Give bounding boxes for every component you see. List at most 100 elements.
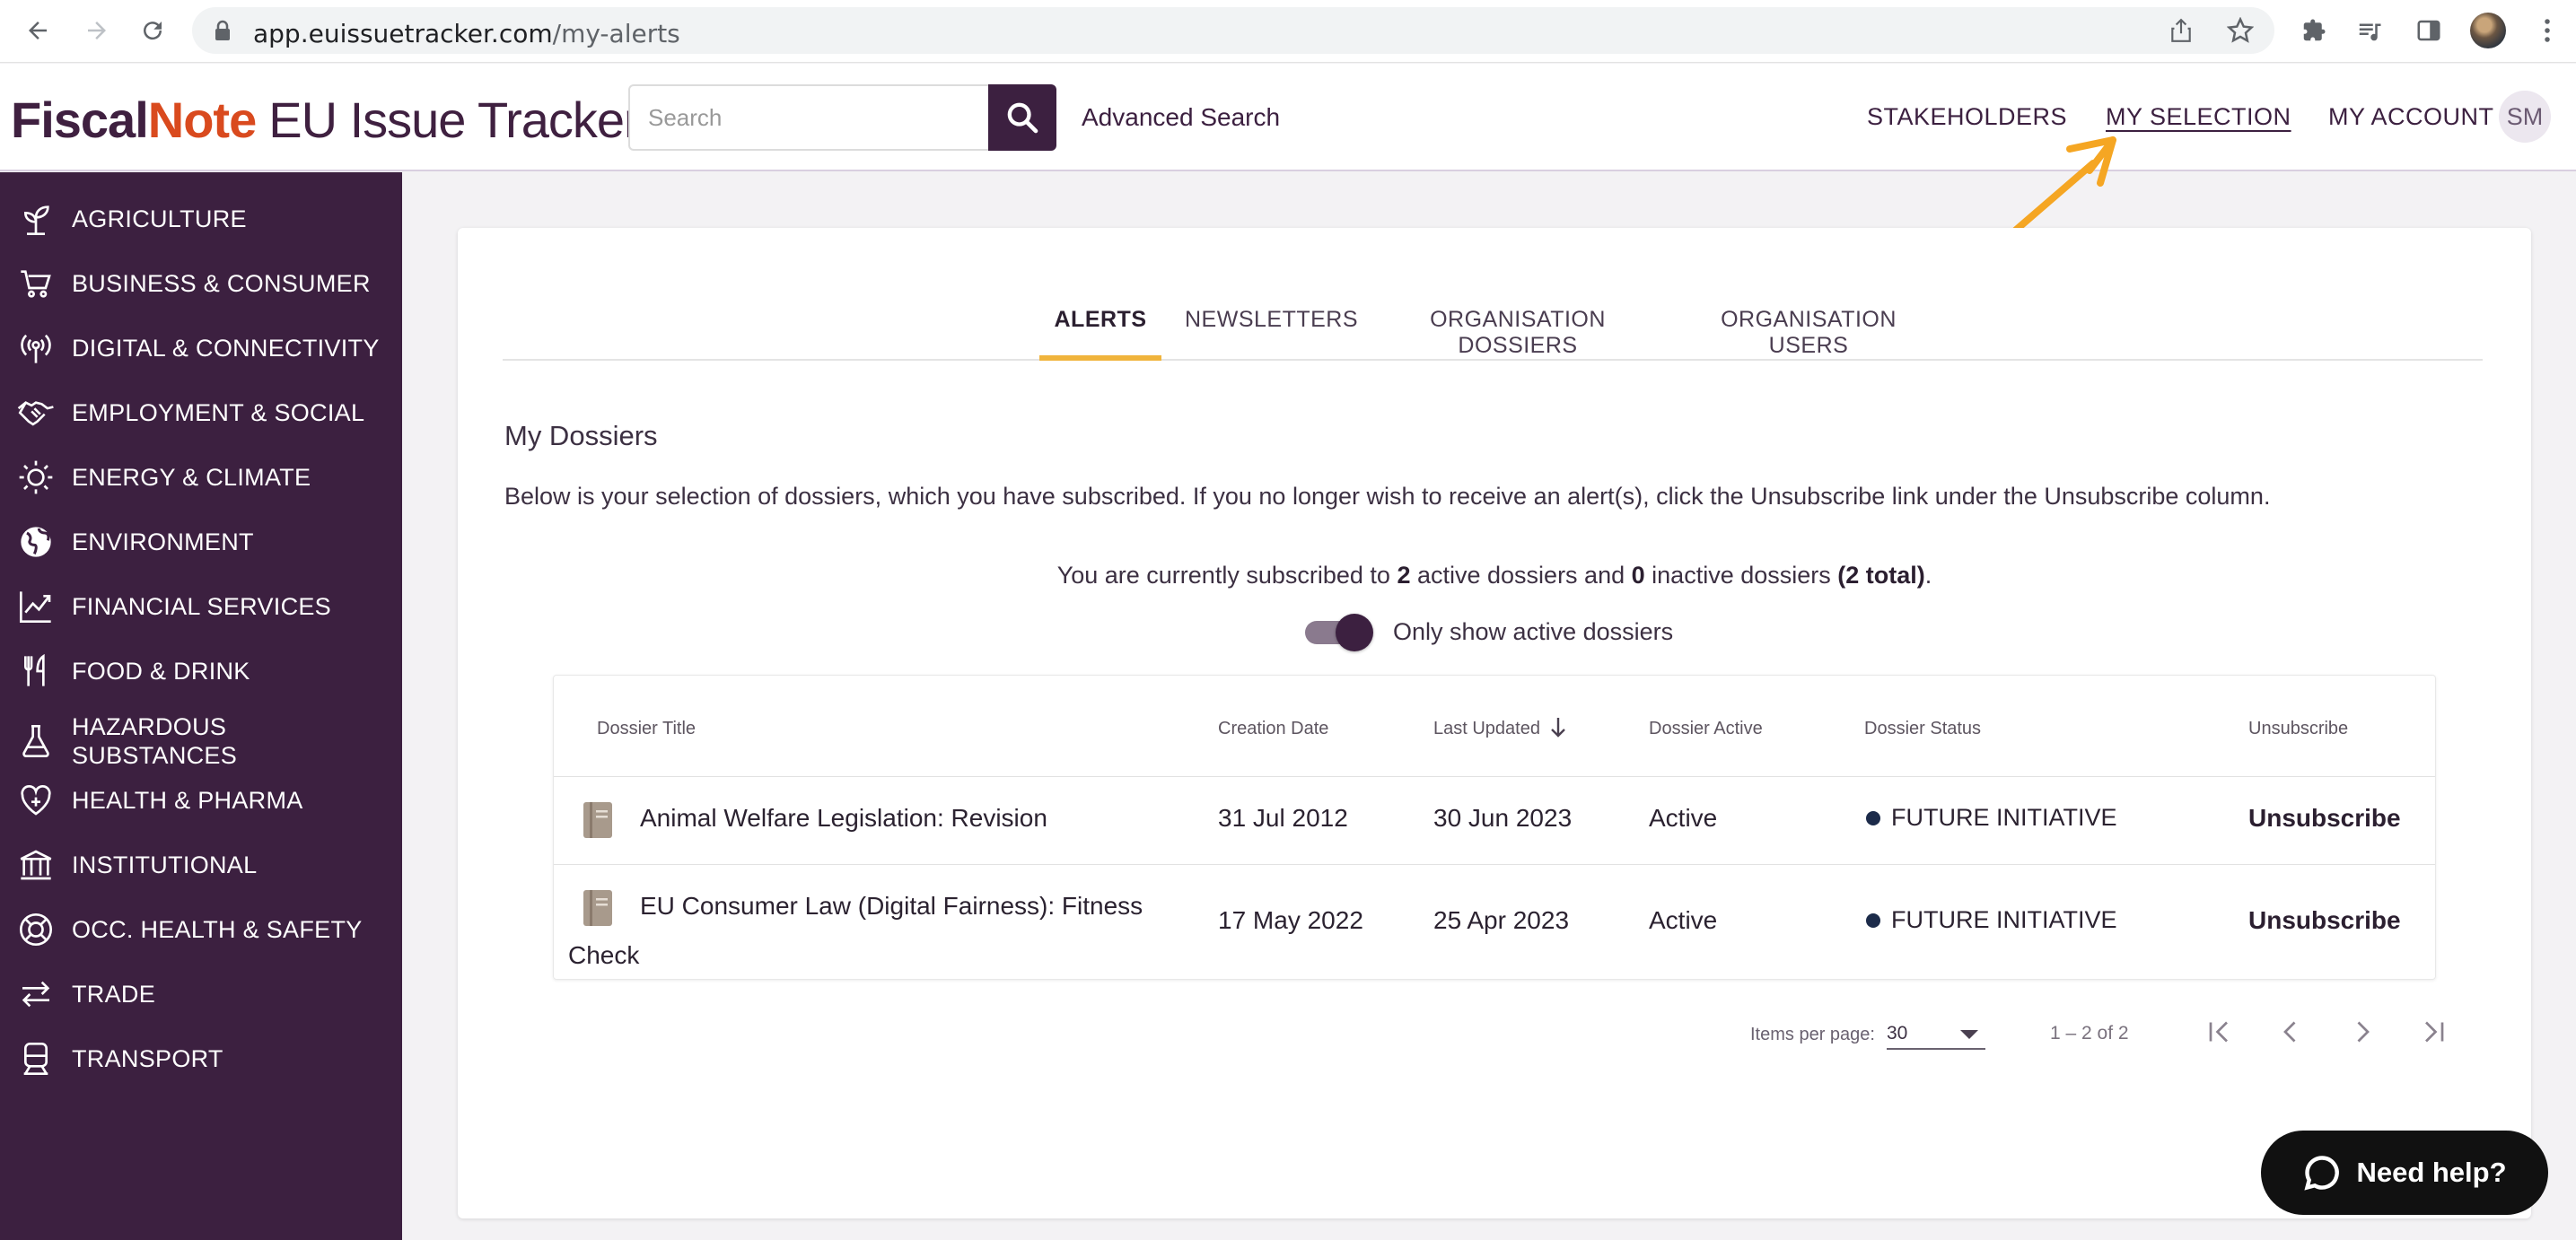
dossier-title-link[interactable]: Animal Welfare Legislation: Revision bbox=[640, 804, 1047, 833]
unsubscribe-link[interactable]: Unsubscribe bbox=[2248, 804, 2401, 833]
search-icon bbox=[1007, 102, 1038, 134]
extensions-icon[interactable] bbox=[2296, 13, 2332, 48]
media-queue-icon[interactable] bbox=[2352, 13, 2388, 48]
items-per-page-select[interactable]: 30 bbox=[1887, 1017, 1985, 1050]
col-header-dossier-status[interactable]: Dossier Status bbox=[1864, 719, 1981, 739]
advanced-search-link[interactable]: Advanced Search bbox=[1082, 103, 1280, 132]
chevron-left-icon bbox=[2283, 1021, 2296, 1043]
broadcast-icon bbox=[0, 330, 72, 366]
need-help-button[interactable]: Need help? bbox=[2261, 1131, 2548, 1215]
chevron-down-icon bbox=[1960, 1030, 1978, 1039]
nav-my-account[interactable]: MY ACCOUNT bbox=[2328, 103, 2494, 131]
back-icon[interactable] bbox=[20, 13, 56, 48]
last-updated: 25 Apr 2023 bbox=[1433, 906, 1570, 934]
annotation-arrow-icon bbox=[2007, 135, 2124, 243]
sidebar-item-transport[interactable]: TRANSPORT bbox=[0, 1032, 402, 1086]
toggle-label: Only show active dossiers bbox=[1393, 617, 1674, 645]
forward-icon[interactable] bbox=[79, 13, 115, 48]
pagination-range: 1 – 2 of 2 bbox=[2050, 1023, 2129, 1044]
fiscalnote-logo[interactable]: FiscalNote EU Issue Tracker bbox=[11, 91, 641, 149]
dossier-title-link[interactable]: EU Consumer Law (Digital Fairness): Fitn… bbox=[640, 892, 1143, 921]
address-bar[interactable]: app.euissuetracker.com/my-alerts bbox=[192, 7, 2274, 54]
last-page-button[interactable] bbox=[2409, 1007, 2459, 1057]
sun-gear-icon bbox=[0, 459, 72, 495]
browser-menu-icon[interactable] bbox=[2529, 13, 2565, 48]
sidebar-item-health-pharma[interactable]: HEALTH & PHARMA bbox=[0, 773, 402, 827]
first-page-icon bbox=[2209, 1021, 2228, 1043]
tab-alerts[interactable]: ALERTS bbox=[1039, 300, 1161, 361]
first-page-button[interactable] bbox=[2194, 1007, 2244, 1057]
only-active-toggle[interactable] bbox=[1305, 614, 1373, 651]
sidebar-item-trade[interactable]: TRADE bbox=[0, 967, 402, 1021]
tab-newsletters[interactable]: NEWSLETTERS bbox=[1185, 300, 1358, 361]
next-page-button[interactable] bbox=[2337, 1007, 2388, 1057]
sidebar-item-environment[interactable]: ENVIRONMENT bbox=[0, 515, 402, 569]
tab-bar: ALERTS NEWSLETTERS ORGANISATION DOSSIERS… bbox=[503, 300, 2483, 361]
sidebar-item-business-consumer[interactable]: BUSINESS & CONSUMER bbox=[0, 257, 402, 310]
sidebar-item-hazardous-substances[interactable]: HAZARDOUS SUBSTANCES bbox=[0, 709, 402, 773]
cart-icon bbox=[0, 266, 72, 301]
search-button[interactable] bbox=[988, 84, 1056, 151]
sidebar-item-food-drink[interactable]: FOOD & DRINK bbox=[0, 644, 402, 698]
prev-page-button[interactable] bbox=[2265, 1007, 2316, 1057]
nav-stakeholders[interactable]: STAKEHOLDERS bbox=[1867, 103, 2067, 131]
active-filter-row: Only show active dossiers bbox=[1305, 614, 1674, 651]
app-header: FiscalNoteEU Issue Tracker Advanced Sear… bbox=[0, 64, 2576, 171]
handshake-icon bbox=[0, 395, 72, 431]
flask-icon bbox=[0, 723, 72, 759]
search-input[interactable] bbox=[628, 84, 989, 151]
bookmark-star-icon[interactable] bbox=[2224, 14, 2256, 47]
sidebar-item-financial-services[interactable]: FINANCIAL SERVICES bbox=[0, 580, 402, 633]
dossier-title-link-cont[interactable]: Check bbox=[568, 941, 639, 970]
sprout-icon bbox=[0, 201, 72, 237]
sidebar-item-employment-social[interactable]: EMPLOYMENT & SOCIAL bbox=[0, 386, 402, 440]
sort-desc-arrow-icon[interactable] bbox=[1548, 715, 1568, 745]
sidebar-item-occ-health-safety[interactable]: OCC. HEALTH & SAFETY bbox=[0, 903, 402, 956]
dossiers-table: Dossier Title Creation Date Last Updated… bbox=[553, 675, 2436, 980]
sidebar-item-energy-climate[interactable]: ENERGY & CLIMATE bbox=[0, 450, 402, 504]
items-per-page-label: Items per page: bbox=[1750, 1025, 1875, 1044]
lifebuoy-icon bbox=[0, 912, 72, 947]
col-header-creation-date[interactable]: Creation Date bbox=[1218, 719, 1328, 739]
col-header-unsubscribe: Unsubscribe bbox=[2248, 719, 2349, 738]
creation-date: 31 Jul 2012 bbox=[1218, 804, 1348, 832]
subscription-summary: You are currently subscribed to 2 active… bbox=[1056, 562, 1932, 589]
reload-icon[interactable] bbox=[135, 13, 171, 48]
alerts-card: ALERTS NEWSLETTERS ORGANISATION DOSSIERS… bbox=[458, 228, 2531, 1218]
nav-my-selection[interactable]: MY SELECTION bbox=[2106, 103, 2291, 131]
unsubscribe-link[interactable]: Unsubscribe bbox=[2248, 906, 2401, 935]
exchange-arrows-icon bbox=[0, 976, 72, 1012]
col-header-title[interactable]: Dossier Title bbox=[597, 719, 696, 739]
globe-icon bbox=[0, 524, 72, 560]
last-updated: 30 Jun 2023 bbox=[1433, 804, 1573, 832]
chat-bubble-icon bbox=[2304, 1156, 2340, 1191]
tab-organisation-dossiers[interactable]: ORGANISATION DOSSIERS bbox=[1380, 300, 1655, 361]
sidebar-item-digital-connectivity[interactable]: DIGITAL & CONNECTIVITY bbox=[0, 321, 402, 375]
document-icon bbox=[583, 890, 612, 926]
share-icon[interactable] bbox=[2165, 14, 2197, 47]
sidebar-item-agriculture[interactable]: AGRICULTURE bbox=[0, 192, 402, 246]
user-avatar[interactable]: SM bbox=[2499, 91, 2551, 143]
dossier-active: Active bbox=[1649, 906, 1718, 934]
row-divider bbox=[554, 864, 2435, 865]
browser-toolbar: app.euissuetracker.com/my-alerts bbox=[0, 0, 2576, 63]
heart-plus-icon bbox=[0, 782, 72, 818]
status-badge: FUTURE INITIATIVE bbox=[1866, 804, 2117, 832]
side-panel-icon[interactable] bbox=[2411, 13, 2447, 48]
building-icon bbox=[0, 847, 72, 883]
status-dot-icon bbox=[1866, 810, 1880, 825]
chevron-right-icon bbox=[2357, 1021, 2370, 1043]
sidebar-item-institutional[interactable]: INSTITUTIONAL bbox=[0, 838, 402, 892]
sidebar: AGRICULTURE BUSINESS & CONSUMER DIGITAL … bbox=[0, 172, 402, 1240]
chart-icon bbox=[0, 589, 72, 624]
col-header-dossier-active[interactable]: Dossier Active bbox=[1649, 719, 1763, 739]
browser-profile-avatar[interactable] bbox=[2470, 13, 2506, 48]
lock-icon bbox=[214, 20, 232, 46]
status-badge: FUTURE INITIATIVE bbox=[1866, 906, 2117, 934]
header-divider bbox=[554, 776, 2435, 777]
status-dot-icon bbox=[1866, 913, 1880, 928]
url-text: app.euissuetracker.com/my-alerts bbox=[253, 19, 680, 48]
page-description: Below is your selection of dossiers, whi… bbox=[504, 483, 2271, 510]
tab-organisation-users[interactable]: ORGANISATION USERS bbox=[1689, 300, 1928, 361]
col-header-last-updated[interactable]: Last Updated bbox=[1433, 719, 1540, 739]
